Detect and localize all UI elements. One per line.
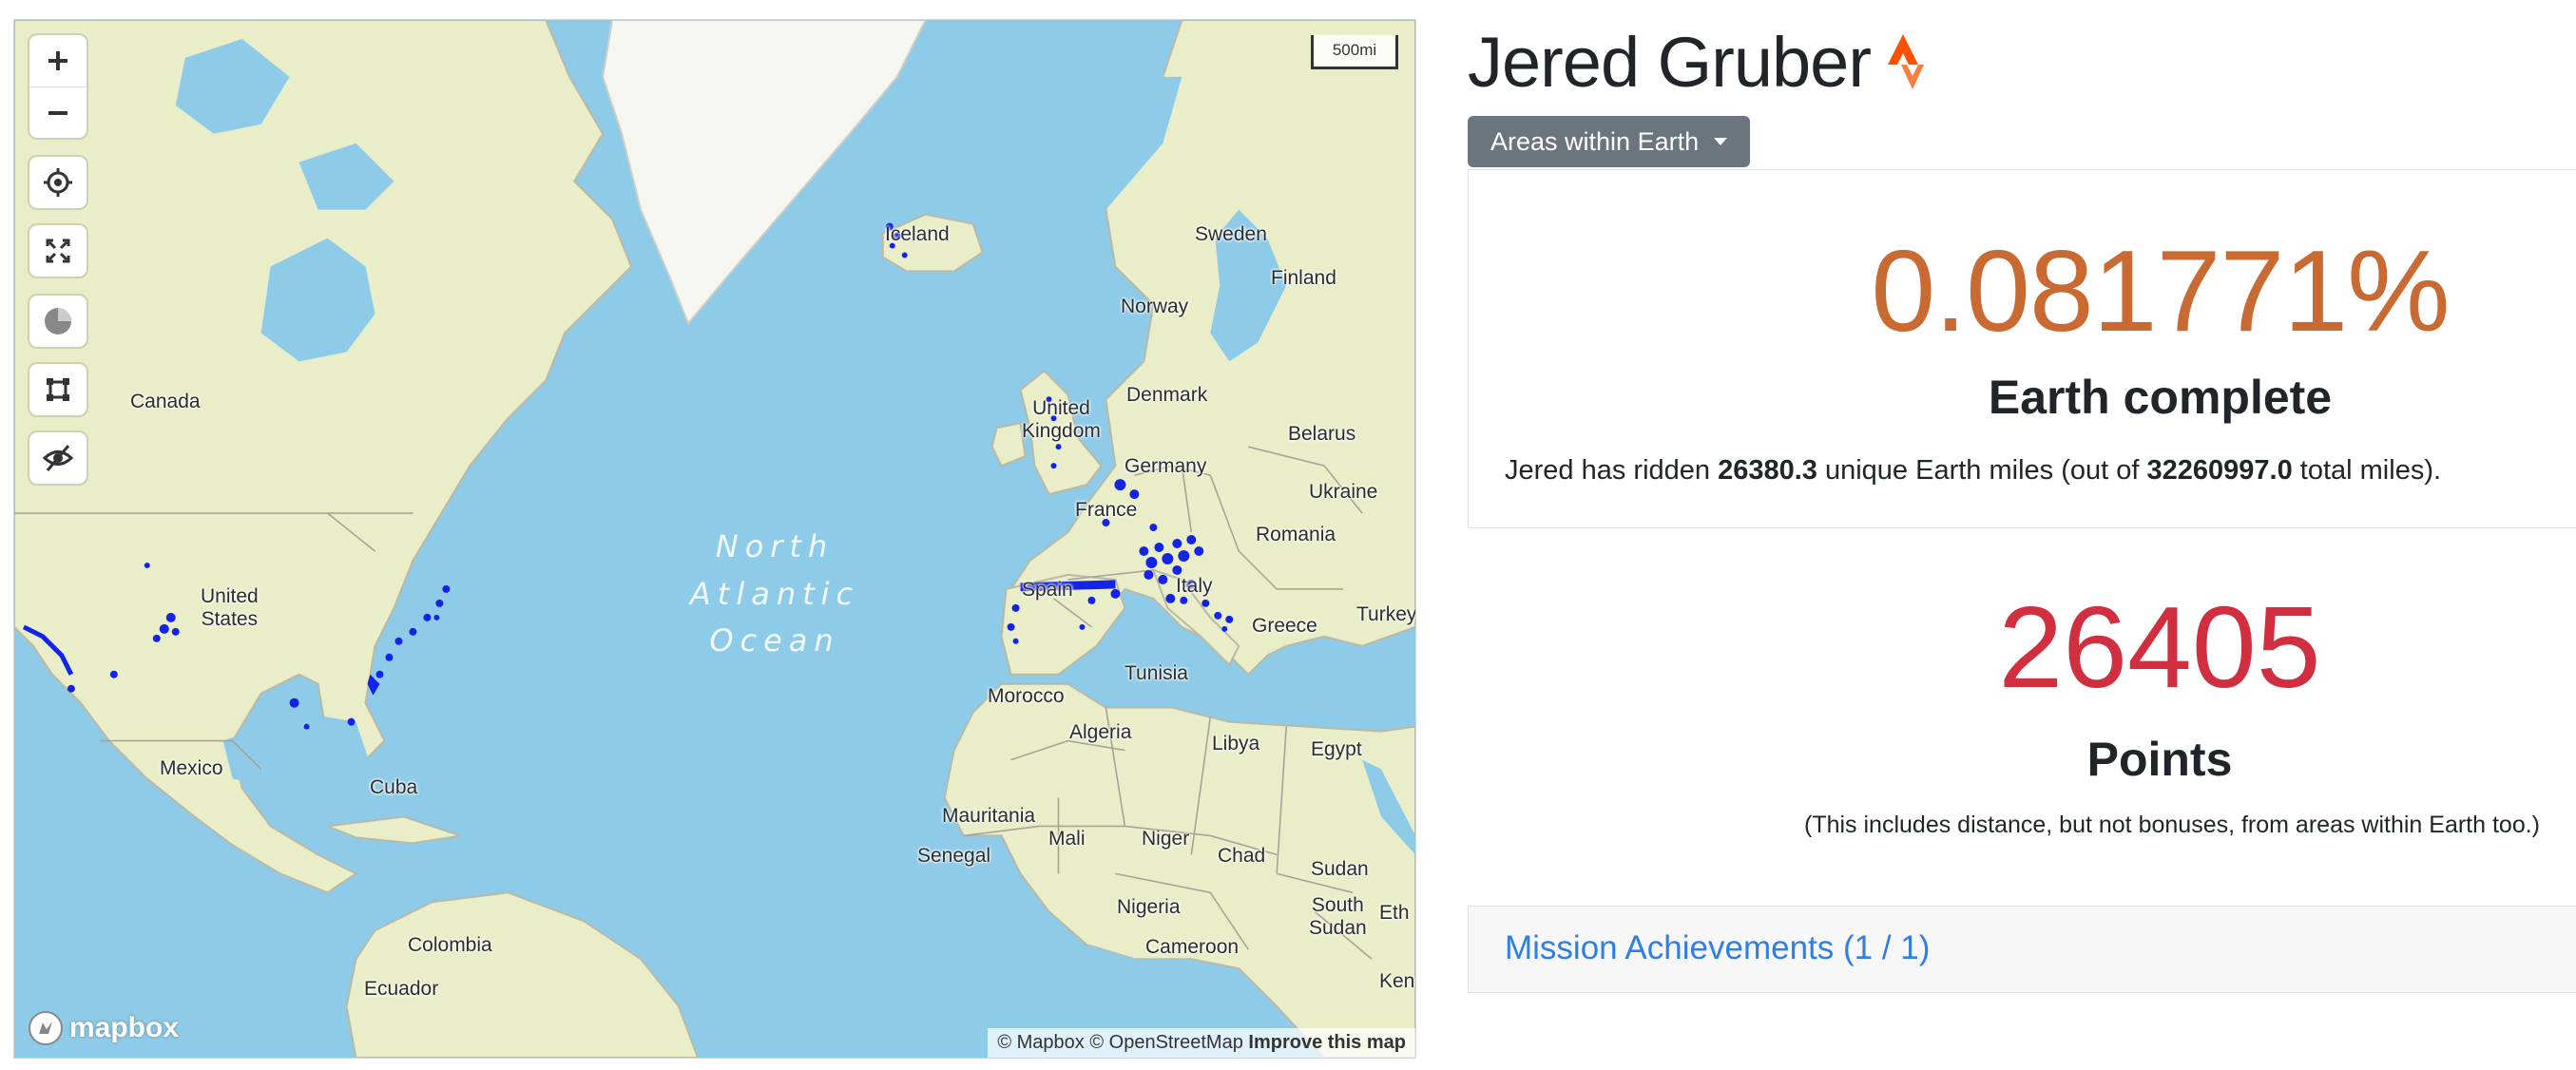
ride-summary: Jered has ridden 26380.3 unique Earth mi… bbox=[1505, 455, 2441, 487]
draw-area-button[interactable] bbox=[29, 364, 87, 415]
mission-achievements-link[interactable]: Mission Achievements (1 / 1) bbox=[1505, 929, 1930, 967]
place-germany: Germany bbox=[1125, 455, 1207, 477]
chevron-down-icon bbox=[1714, 138, 1728, 145]
place-sudan: Sudan bbox=[1311, 858, 1369, 880]
mission-achievements-card: Mission Achievements (1 / 1) bbox=[1468, 906, 2576, 993]
south-america-landmass bbox=[345, 891, 700, 1058]
place-greece: Greece bbox=[1252, 615, 1317, 637]
place-united-states: United States bbox=[201, 585, 259, 631]
ireland-island bbox=[990, 422, 1027, 468]
place-ethiopia-partial: Eth bbox=[1379, 902, 1410, 924]
zoom-in-button[interactable] bbox=[29, 35, 87, 86]
hide-control bbox=[29, 432, 87, 484]
zoom-control bbox=[29, 35, 87, 138]
improve-map-link[interactable]: Improve this map bbox=[1248, 1032, 1406, 1053]
area-dropdown-button[interactable]: Areas within Earth bbox=[1468, 116, 1751, 167]
mapbox-logo[interactable]: mapbox bbox=[28, 1010, 179, 1046]
mapbox-logo-icon bbox=[29, 1011, 63, 1045]
cuba-island bbox=[327, 815, 461, 845]
summary-prefix: Jered has ridden bbox=[1505, 455, 1719, 486]
place-niger: Niger bbox=[1142, 828, 1190, 850]
history-control bbox=[29, 296, 87, 347]
place-ukraine: Ukraine bbox=[1309, 481, 1378, 503]
fullscreen-button[interactable] bbox=[29, 225, 87, 277]
locate-button[interactable] bbox=[29, 157, 87, 208]
place-cuba: Cuba bbox=[370, 776, 418, 798]
fullscreen-icon bbox=[46, 239, 70, 263]
points-value: 26405 bbox=[1998, 583, 2321, 712]
place-south-sudan: South Sudan bbox=[1309, 894, 1367, 940]
attribution-osm-link[interactable]: © OpenStreetMap bbox=[1089, 1032, 1242, 1053]
place-tunisia: Tunisia bbox=[1125, 662, 1188, 684]
unique-miles-value: 26380.3 bbox=[1718, 455, 1817, 486]
greenland-landmass bbox=[602, 20, 927, 326]
place-iceland: Iceland bbox=[885, 223, 950, 245]
draw-area-control bbox=[29, 364, 87, 415]
area-dropdown-label: Areas within Earth bbox=[1490, 126, 1700, 156]
place-romania: Romania bbox=[1256, 524, 1336, 545]
zoom-out-icon bbox=[48, 110, 67, 115]
place-mexico: Mexico bbox=[160, 757, 223, 779]
ocean-label-line-1: North bbox=[715, 528, 835, 564]
place-chad: Chad bbox=[1218, 845, 1266, 867]
fullscreen-control bbox=[29, 225, 87, 277]
place-nigeria: Nigeria bbox=[1117, 896, 1181, 918]
place-united-kingdom: United Kingdom bbox=[1022, 397, 1101, 443]
place-belarus: Belarus bbox=[1288, 423, 1356, 445]
zoom-out-button[interactable] bbox=[29, 86, 87, 138]
place-norway: Norway bbox=[1121, 296, 1189, 317]
points-note: (This includes distance, but not bonuses… bbox=[1804, 812, 2540, 838]
total-miles-value: 32260997.0 bbox=[2146, 455, 2293, 486]
place-senegal: Senegal bbox=[917, 845, 991, 867]
history-icon bbox=[45, 308, 71, 334]
locate-icon bbox=[44, 168, 72, 197]
zoom-in-icon bbox=[48, 51, 67, 70]
profile-name: Jered Gruber bbox=[1468, 23, 1872, 102]
place-denmark: Denmark bbox=[1126, 384, 1208, 406]
completion-card: 0.081771% Earth complete Jered has ridde… bbox=[1468, 169, 2576, 528]
place-libya: Libya bbox=[1212, 733, 1260, 755]
place-cameroon: Cameroon bbox=[1145, 936, 1240, 958]
place-mali: Mali bbox=[1048, 828, 1086, 850]
place-spain: Spain bbox=[1022, 579, 1073, 601]
place-egypt: Egypt bbox=[1311, 738, 1362, 760]
place-finland: Finland bbox=[1271, 267, 1336, 289]
mapbox-logo-text: mapbox bbox=[69, 1012, 180, 1043]
place-turkey: Turkey bbox=[1356, 603, 1416, 625]
place-italy: Italy bbox=[1176, 575, 1213, 597]
summary-middle: unique Earth miles (out of bbox=[1817, 455, 2147, 486]
locate-control bbox=[29, 157, 87, 208]
map-attribution: © Mapbox © OpenStreetMap Improve this ma… bbox=[988, 1028, 1415, 1058]
map-scale: 500mi bbox=[1311, 35, 1398, 69]
strava-logo-icon[interactable] bbox=[1886, 34, 1933, 96]
draw-area-icon bbox=[47, 378, 69, 401]
ocean-label: North Atlantic Ocean bbox=[680, 524, 870, 665]
place-france: France bbox=[1075, 499, 1138, 521]
hide-button[interactable] bbox=[29, 432, 87, 484]
hide-icon bbox=[42, 445, 74, 471]
place-sweden: Sweden bbox=[1195, 223, 1267, 245]
percent-complete: 0.081771% bbox=[1871, 226, 2450, 355]
place-mauritania: Mauritania bbox=[942, 805, 1036, 827]
place-kenya-partial: Ken bbox=[1379, 970, 1415, 992]
place-colombia: Colombia bbox=[408, 934, 492, 956]
history-button[interactable] bbox=[29, 296, 87, 347]
ocean-label-line-2: Atlantic bbox=[689, 575, 860, 612]
attribution-mapbox-link[interactable]: © Mapbox bbox=[997, 1032, 1084, 1053]
points-label: Points bbox=[2086, 733, 2233, 786]
place-canada: Canada bbox=[130, 391, 201, 412]
place-morocco: Morocco bbox=[988, 685, 1065, 707]
summary-suffix: total miles). bbox=[2292, 455, 2442, 486]
percent-complete-label: Earth complete bbox=[1988, 371, 2333, 424]
map-view[interactable]: Canada United States Mexico Cuba Colombi… bbox=[13, 19, 1416, 1059]
ocean-label-line-3: Ocean bbox=[709, 622, 840, 659]
place-algeria: Algeria bbox=[1069, 721, 1132, 743]
place-ecuador: Ecuador bbox=[364, 978, 439, 1000]
